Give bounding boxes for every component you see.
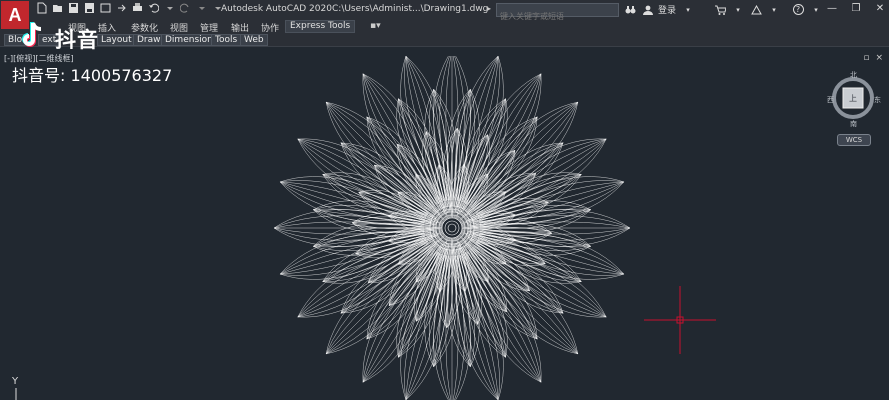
view-cube-south[interactable]: 南 xyxy=(850,119,857,129)
watermark-name: 抖音 xyxy=(55,28,99,52)
petal-line xyxy=(325,102,431,210)
undo-icon[interactable] xyxy=(148,2,159,14)
drawing-close-icon[interactable]: × xyxy=(875,53,883,63)
view-cube[interactable]: 北 南 西 东 上 xyxy=(826,68,884,128)
flower-center-ring xyxy=(438,214,466,242)
tab-express-tools[interactable]: Express Tools xyxy=(285,20,356,33)
cart-icon[interactable] xyxy=(714,4,726,16)
close-icon[interactable]: ✕ xyxy=(875,3,885,14)
plot-icon[interactable] xyxy=(132,2,143,14)
redo-icon[interactable] xyxy=(180,2,191,14)
view-cube-north[interactable]: 北 xyxy=(850,70,857,80)
minimize-icon[interactable]: — xyxy=(827,3,837,14)
flower-center-ring xyxy=(444,220,460,236)
tab-layout[interactable]: Layout xyxy=(97,34,136,46)
redo-dropdown-icon[interactable] xyxy=(196,2,207,14)
flower-petals xyxy=(273,56,631,400)
wcs-menu-button[interactable]: WCS xyxy=(837,134,871,146)
network-icon[interactable] xyxy=(750,4,762,16)
petal-line xyxy=(473,246,579,354)
tab-tools[interactable]: Tools xyxy=(211,34,242,46)
flower-center-ring xyxy=(447,223,457,233)
title-bar: Autodesk AutoCAD 2020 C:\Users\Administ.… xyxy=(0,0,889,23)
drawing-restore-icon[interactable]: ▫ xyxy=(863,53,869,63)
user-icon[interactable] xyxy=(642,4,654,16)
login-link[interactable]: 登录 xyxy=(658,3,676,16)
web-mobile-icon[interactable] xyxy=(100,2,111,14)
network-dropdown-icon[interactable]: ▾ xyxy=(768,4,780,16)
save-icon[interactable] xyxy=(68,2,79,14)
petal-line xyxy=(279,232,425,275)
tab-draw[interactable]: Draw xyxy=(133,34,165,46)
save-as-icon[interactable] xyxy=(84,2,95,14)
petal-line xyxy=(446,250,471,367)
petal-line xyxy=(474,209,591,234)
flower-center-ring xyxy=(429,205,475,251)
open-folder-icon[interactable] xyxy=(52,2,63,14)
window-controls: — ❐ ✕ xyxy=(827,3,885,14)
share-icon[interactable] xyxy=(116,2,127,14)
help-icon[interactable]: ? xyxy=(792,4,804,16)
view-cube-east[interactable]: 东 xyxy=(874,95,881,105)
help-dropdown-icon[interactable]: ▾ xyxy=(810,4,822,16)
tab-dimension[interactable]: Dimension xyxy=(161,34,217,46)
petal-line xyxy=(433,89,458,206)
cart-dropdown-icon[interactable]: ▾ xyxy=(732,4,744,16)
petal-line xyxy=(479,181,625,224)
restore-icon[interactable]: ❐ xyxy=(851,3,861,14)
help-icon-glyph: ? xyxy=(792,4,804,15)
binoculars-icon[interactable] xyxy=(624,4,636,16)
ucs-icon: Y xyxy=(8,376,32,400)
watermark-account-id: 抖音号: 1400576327 xyxy=(12,66,173,85)
login-dropdown-icon[interactable]: ▾ xyxy=(682,4,694,16)
app-title: Autodesk AutoCAD 2020 xyxy=(221,4,332,14)
view-cube-west[interactable]: 西 xyxy=(827,95,834,105)
file-path: C:\Users\Administ...\Drawing1.dwg xyxy=(332,4,489,14)
search-caret-icon: ▸ xyxy=(487,4,492,13)
petal-line xyxy=(326,249,434,355)
undo-dropdown-icon[interactable] xyxy=(164,2,175,14)
search-box xyxy=(496,3,619,23)
drawing-window-controls: ▫ × xyxy=(863,53,883,63)
flower-pattern-drawing xyxy=(273,56,631,400)
petal-line xyxy=(313,222,430,247)
petal-line xyxy=(456,255,499,400)
quick-access-toolbar xyxy=(36,2,223,14)
petal-line xyxy=(470,101,578,207)
tiktok-logo-icon xyxy=(22,22,42,47)
new-file-icon[interactable] xyxy=(36,2,47,14)
crosshair-cursor xyxy=(644,286,716,354)
titlebar-right-tools: 登录 ▾ ▾ ▾ ? ▾ xyxy=(624,3,822,16)
view-cube-top-face[interactable]: 上 xyxy=(849,93,857,104)
petal-line xyxy=(405,56,448,201)
menu-bar: 视图 插入 参数化 视图 管理 输出 协作 xyxy=(0,20,889,34)
tab-web[interactable]: Web xyxy=(240,34,268,46)
ribbon-options-icon[interactable]: ▪▾ xyxy=(370,21,381,31)
